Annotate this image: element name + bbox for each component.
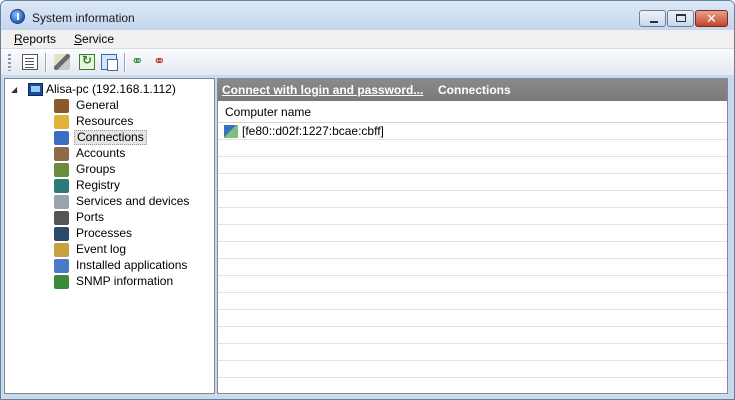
menu-reports-mnemonic: R — [14, 32, 23, 46]
tree-item-label: General — [76, 98, 119, 112]
computer-name-cell: [fe80::d02f:1227:bcae:cbff] — [242, 124, 384, 138]
table-row — [218, 191, 727, 208]
toolbar-separator — [45, 53, 46, 72]
panel-header: Connect with login and password... Conne… — [218, 79, 727, 101]
copy-icon[interactable] — [101, 54, 118, 71]
tree-item-installed-applications[interactable]: Installed applications — [54, 258, 212, 274]
tree-item-label: SNMP information — [76, 274, 174, 288]
menu-service[interactable]: Service — [74, 32, 114, 46]
general-icon — [54, 99, 69, 113]
table-row — [218, 225, 727, 242]
menu-service-label: ervice — [82, 32, 115, 46]
table-row — [218, 344, 727, 361]
tree-item-accounts[interactable]: Accounts — [54, 146, 212, 162]
table-row — [218, 174, 727, 191]
table-row — [218, 361, 727, 378]
connections-list: [fe80::d02f:1227:bcae:cbff] — [218, 123, 727, 395]
main-panel: Connect with login and password... Conne… — [217, 78, 728, 395]
tree-item-label: Processes — [76, 226, 133, 240]
toolbar — [1, 48, 734, 75]
processes-icon — [54, 227, 69, 241]
tree-item-registry[interactable]: Registry — [54, 178, 212, 194]
tree-item-label: Registry — [76, 178, 121, 192]
tree-item-label: Resources — [76, 114, 134, 128]
snmp-icon — [54, 275, 69, 289]
menu-service-mnemonic: S — [74, 32, 83, 46]
close-button[interactable]: ✕ — [695, 10, 728, 27]
refresh-icon[interactable] — [79, 53, 95, 70]
info-icon — [10, 9, 25, 24]
minimize-icon — [650, 21, 658, 23]
installed-apps-icon — [54, 259, 69, 273]
table-row[interactable]: [fe80::d02f:1227:bcae:cbff] — [218, 123, 727, 140]
connect-icon[interactable] — [131, 52, 147, 70]
table-row — [218, 259, 727, 276]
table-row — [218, 208, 727, 225]
tree-item-services-and-devices[interactable]: Services and devices — [54, 194, 212, 210]
tree-item-ports[interactable]: Ports — [54, 210, 212, 226]
tree-item-general[interactable]: General — [54, 98, 212, 114]
collapse-arrow-icon[interactable]: ◢ — [11, 85, 17, 94]
close-icon: ✕ — [706, 11, 717, 26]
tree-item-resources[interactable]: Resources — [54, 114, 212, 130]
window-title: System information — [32, 11, 135, 25]
app-window: System information ✕ Reports Service ◢ A… — [0, 0, 735, 400]
tree-item-label: Installed applications — [76, 258, 188, 272]
service-icon[interactable] — [54, 54, 70, 70]
tree-item-groups[interactable]: Groups — [54, 162, 212, 178]
menu-bar: Reports Service — [1, 30, 734, 48]
tree-item-label: Groups — [76, 162, 116, 176]
tree-item-label: Event log — [76, 242, 127, 256]
table-row — [218, 242, 727, 259]
toolbar-separator — [124, 53, 125, 72]
table-row — [218, 378, 727, 395]
connect-login-link[interactable]: Connect with login and password... — [222, 83, 423, 97]
navigation-tree: ◢ Alisa-pc (192.168.1.112) General Resour… — [4, 78, 215, 394]
column-header-label: Computer name — [225, 105, 312, 119]
tree-item-event-log[interactable]: Event log — [54, 242, 212, 258]
table-row — [218, 293, 727, 310]
event-log-icon — [54, 243, 69, 257]
groups-icon — [54, 163, 69, 177]
menu-reports-label: eports — [22, 32, 57, 46]
registry-icon — [54, 179, 69, 193]
services-icon — [54, 195, 69, 209]
tree-item-processes[interactable]: Processes — [54, 226, 212, 242]
panel-title: Connections — [438, 83, 511, 97]
tree-root-label: Alisa-pc (192.168.1.112) — [46, 82, 176, 96]
ports-icon — [54, 211, 69, 225]
table-row — [218, 276, 727, 293]
tree-item-connections[interactable]: Connections — [54, 130, 212, 146]
maximize-button[interactable] — [667, 10, 694, 27]
table-row — [218, 140, 727, 157]
disconnect-icon[interactable] — [153, 52, 169, 70]
tree-item-label: Connections — [74, 130, 147, 145]
resources-icon — [54, 115, 69, 129]
tree-item-label: Ports — [76, 210, 105, 224]
table-row — [218, 310, 727, 327]
tree-item-label: Accounts — [76, 146, 126, 160]
accounts-icon — [54, 147, 69, 161]
menu-reports[interactable]: Reports — [14, 32, 56, 46]
title-bar[interactable]: System information ✕ — [1, 1, 734, 30]
table-row — [218, 157, 727, 174]
tree-item-label: Services and devices — [76, 194, 190, 208]
connections-icon — [54, 131, 69, 145]
tree-item-snmp-information[interactable]: SNMP information — [54, 274, 212, 290]
computer-icon — [28, 83, 43, 96]
maximize-icon — [676, 14, 686, 22]
toolbar-grip[interactable] — [8, 54, 11, 71]
network-computer-icon — [224, 125, 238, 138]
table-row — [218, 327, 727, 344]
report-icon[interactable] — [22, 54, 38, 70]
column-header-computer-name[interactable]: Computer name — [218, 101, 727, 123]
minimize-button[interactable] — [639, 10, 666, 27]
